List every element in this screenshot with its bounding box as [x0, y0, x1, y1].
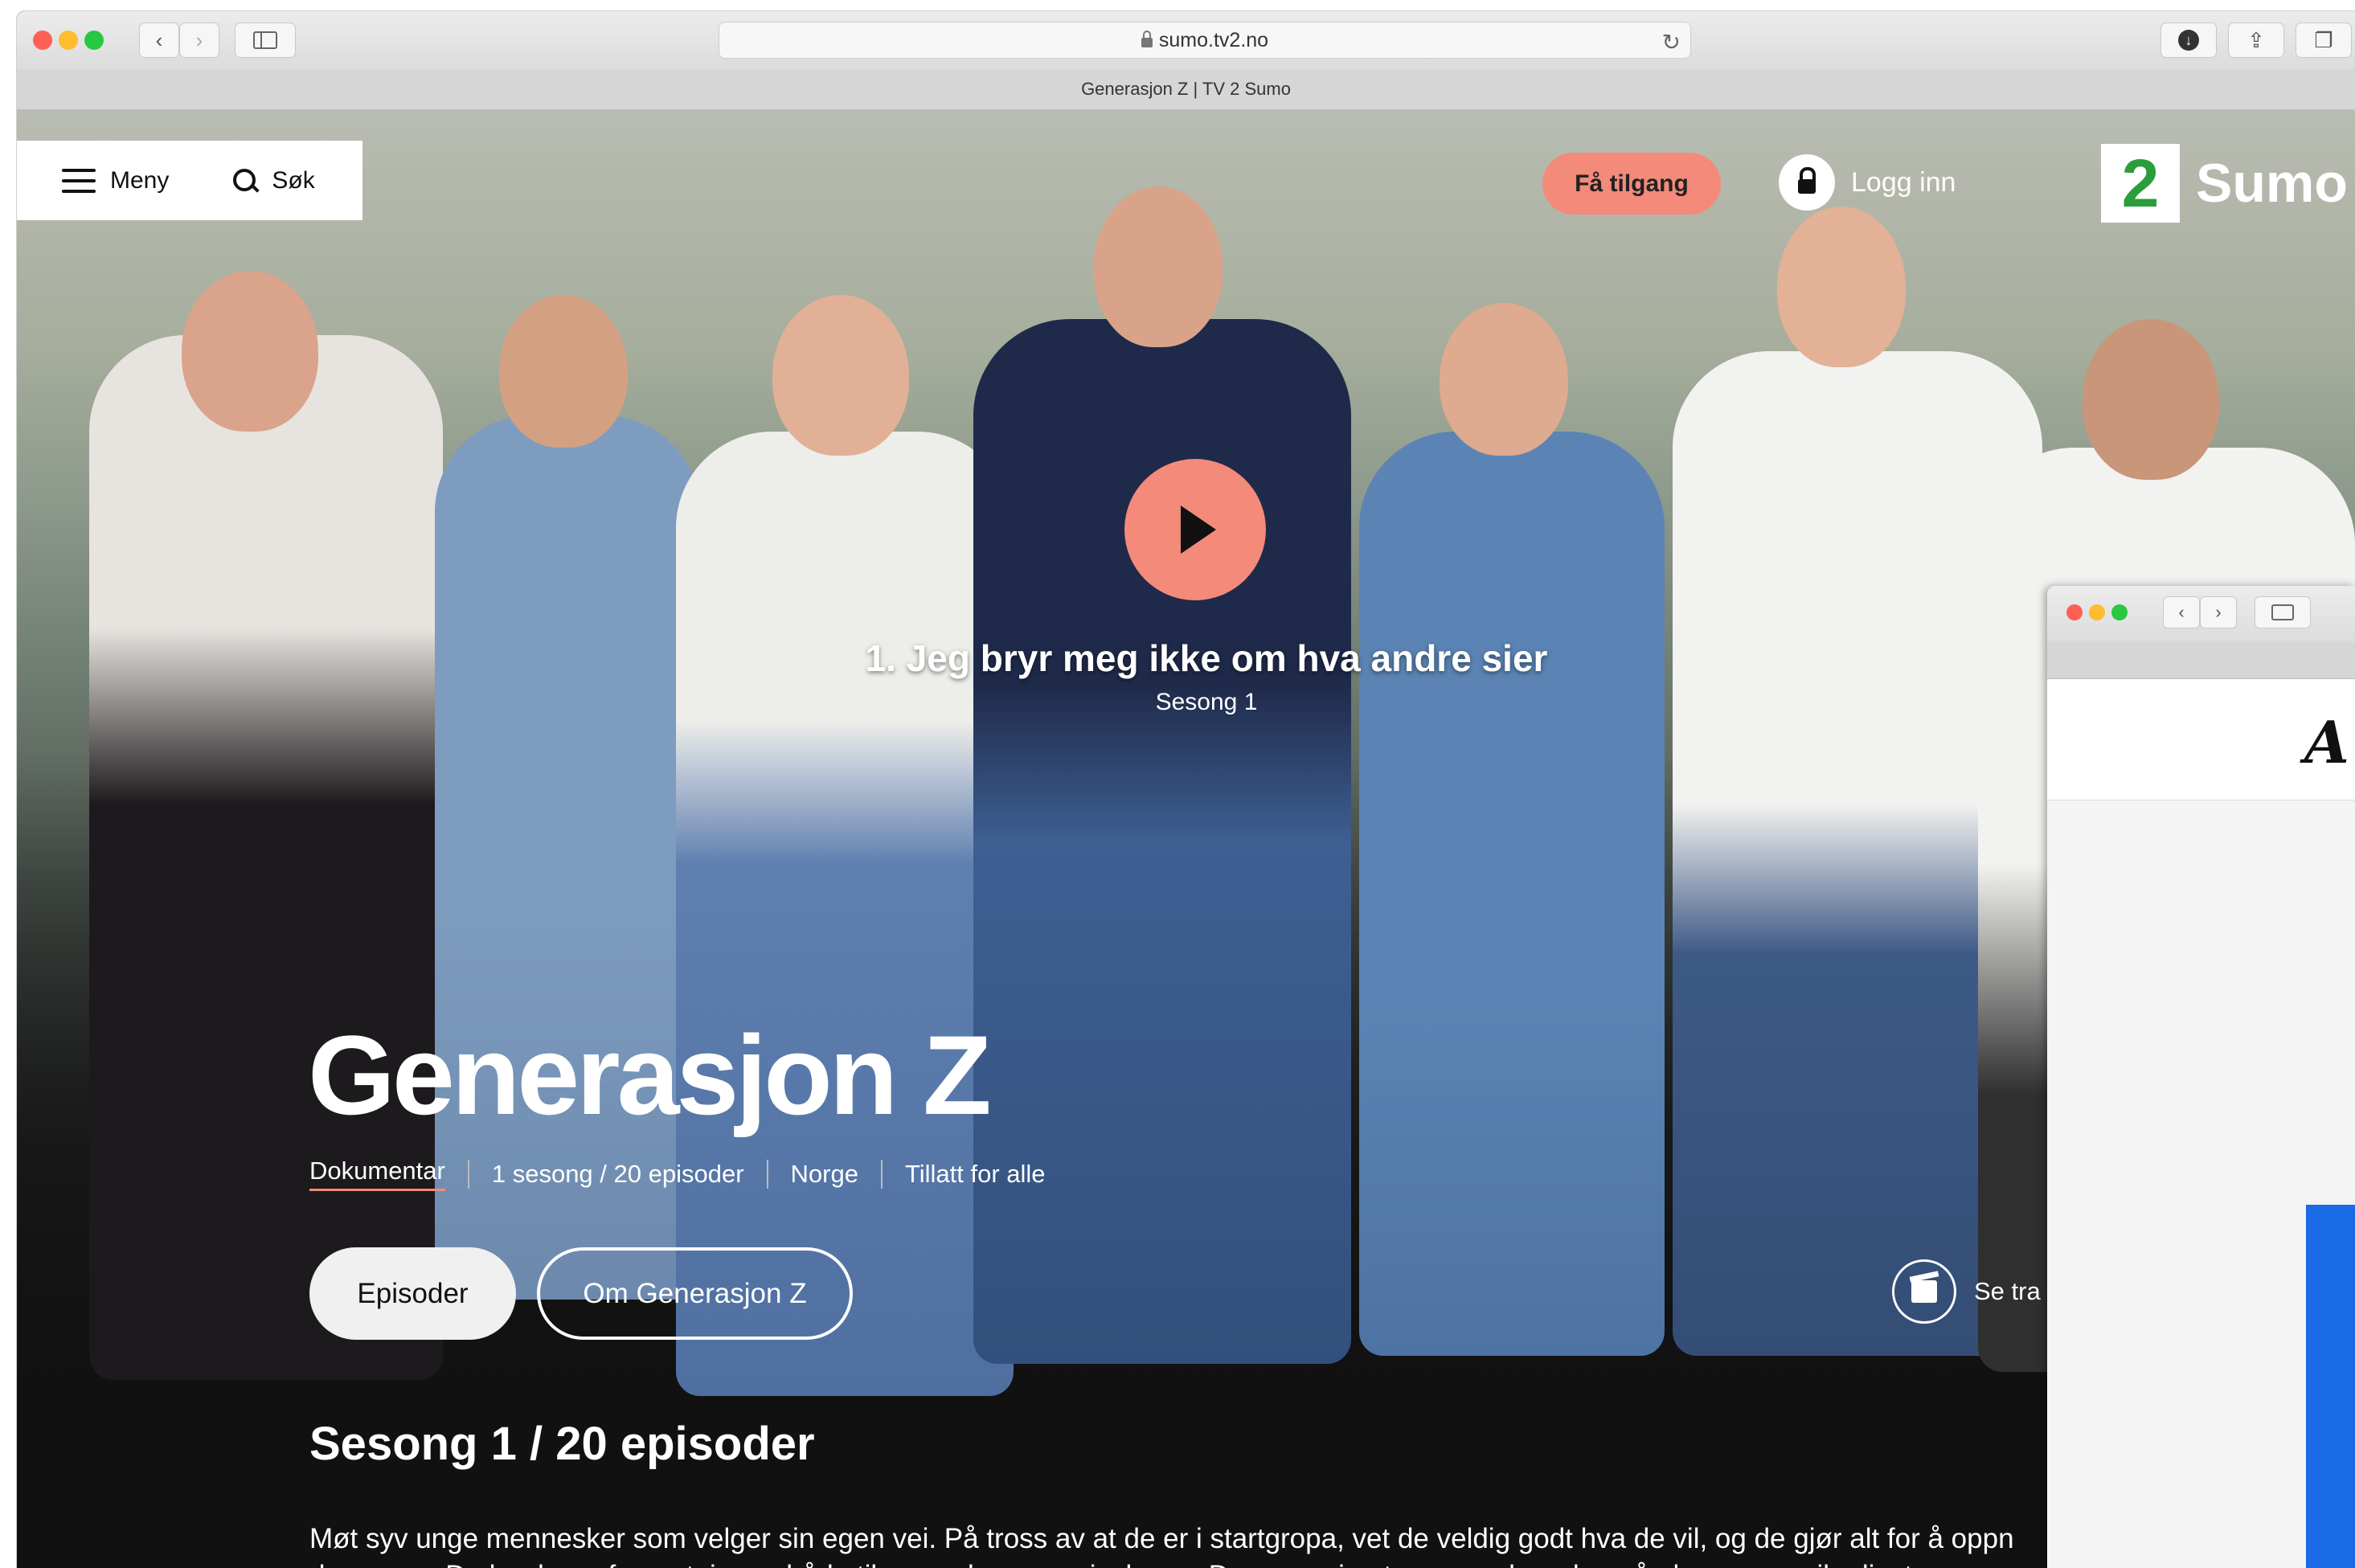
meta-divider	[467, 1159, 469, 1189]
trailer-label: Se tra	[1974, 1277, 2041, 1305]
sidebar-icon	[2271, 604, 2294, 620]
show-description: Møt syv unge mennesker som velger sin eg…	[309, 1521, 2078, 1568]
tabs-icon: ❐	[2314, 27, 2333, 52]
episodes-label: Episoder	[357, 1277, 469, 1309]
sidebar-toggle-button[interactable]	[235, 23, 296, 58]
page-content: Meny Søk Få tilgang Logg inn 2 Sumo 1. J…	[17, 110, 2355, 1568]
minimize-window-button[interactable]	[2089, 604, 2105, 620]
trailer-button[interactable]: Se tra	[1892, 1259, 2041, 1324]
browser-window: ‹ › sumo.tv2.no ↻ ↓ ⇪ ❐ Generasjon Z | T…	[17, 11, 2355, 1568]
blue-banner	[2306, 1205, 2355, 1568]
featured-episode-season: Sesong 1	[1155, 689, 1258, 715]
reload-icon[interactable]: ↻	[1662, 29, 1681, 55]
chevron-right-icon: ›	[195, 27, 203, 52]
share-button[interactable]: ⇪	[2228, 23, 2284, 58]
country: Norge	[790, 1159, 858, 1188]
meta-divider	[766, 1159, 768, 1189]
meta-divider	[880, 1159, 883, 1189]
tab-title[interactable]: Generasjon Z | TV 2 Sumo	[1081, 79, 1291, 100]
show-title: Generasjon Z	[308, 1012, 992, 1138]
get-access-button[interactable]: Få tilgang	[1542, 153, 1721, 215]
tabs-overview-button[interactable]: ❐	[2296, 23, 2352, 58]
episodes-tab-button[interactable]: Episoder	[309, 1247, 516, 1340]
sidebar-toggle-button[interactable]	[2255, 596, 2311, 628]
minimize-window-button[interactable]	[59, 31, 78, 50]
play-button[interactable]	[1124, 459, 1266, 600]
chevron-right-icon: ›	[2215, 602, 2222, 622]
featured-episode-title[interactable]: 1. Jeg bryr meg ikke om hva andre sier	[821, 637, 1592, 680]
clapperboard-icon	[1892, 1259, 1956, 1324]
maximize-window-button[interactable]	[84, 31, 104, 50]
logo-number: 2	[2121, 145, 2160, 221]
tv2-sumo-logo[interactable]: 2 Sumo	[2101, 144, 2348, 223]
description-line: Møt syv unge mennesker som velger sin eg…	[309, 1523, 2014, 1554]
get-access-label: Få tilgang	[1575, 170, 1689, 197]
genre-link[interactable]: Dokumentar	[309, 1157, 445, 1191]
chevron-left-icon: ‹	[2178, 602, 2185, 622]
lock-icon	[1779, 154, 1835, 211]
second-browser-window[interactable]: ‹ › A	[2047, 586, 2355, 1568]
login-label: Logg inn	[1851, 166, 1956, 198]
age-rating: Tillatt for alle	[904, 1159, 1046, 1188]
login-button[interactable]: Logg inn	[1779, 154, 1956, 211]
hamburger-icon	[62, 168, 96, 193]
close-window-button[interactable]	[2066, 604, 2083, 620]
search-icon	[233, 168, 257, 193]
description-line: drømmen. De har høye forventninger, både…	[309, 1558, 2078, 1568]
close-window-button[interactable]	[33, 31, 52, 50]
about-label: Om Generasjon Z	[583, 1277, 807, 1309]
chevron-left-icon: ‹	[155, 27, 163, 52]
second-window-toolbar: ‹ ›	[2047, 586, 2355, 643]
back-button[interactable]: ‹	[139, 23, 179, 58]
url-text: sumo.tv2.no	[1158, 28, 1269, 51]
season-heading: Sesong 1 / 20 episoder	[309, 1418, 815, 1470]
forward-button[interactable]: ›	[2200, 596, 2237, 628]
lock-icon	[1141, 31, 1153, 47]
downloads-button[interactable]: ↓	[2160, 23, 2217, 58]
download-icon: ↓	[2178, 30, 2199, 51]
maximize-window-button[interactable]	[2111, 604, 2128, 620]
site-logo[interactable]: A	[2304, 708, 2349, 776]
menu-button[interactable]: Meny	[62, 167, 169, 194]
share-icon: ⇪	[2247, 27, 2265, 52]
sidebar-icon	[253, 31, 277, 49]
tab-bar: Generasjon Z | TV 2 Sumo	[17, 69, 2355, 110]
second-window-tab-bar	[2047, 642, 2355, 679]
browser-toolbar: ‹ › sumo.tv2.no ↻ ↓ ⇪ ❐	[17, 11, 2355, 70]
hero-image	[17, 110, 2355, 1396]
season-count: 1 sesong / 20 episoder	[491, 1159, 744, 1188]
logo-text: Sumo	[2196, 153, 2348, 214]
search-label: Søk	[272, 166, 315, 194]
address-bar[interactable]: sumo.tv2.no ↻	[719, 22, 1691, 59]
show-meta: Dokumentar 1 sesong / 20 episoder Norge …	[309, 1157, 1046, 1191]
tv2-logo-icon: 2	[2101, 144, 2180, 223]
about-tab-button[interactable]: Om Generasjon Z	[537, 1247, 853, 1340]
search-button[interactable]: Søk	[233, 166, 315, 194]
menu-label: Meny	[110, 166, 170, 194]
nav-bar: Meny Søk	[17, 141, 362, 220]
back-button[interactable]: ‹	[2163, 596, 2200, 628]
forward-button[interactable]: ›	[179, 23, 219, 58]
